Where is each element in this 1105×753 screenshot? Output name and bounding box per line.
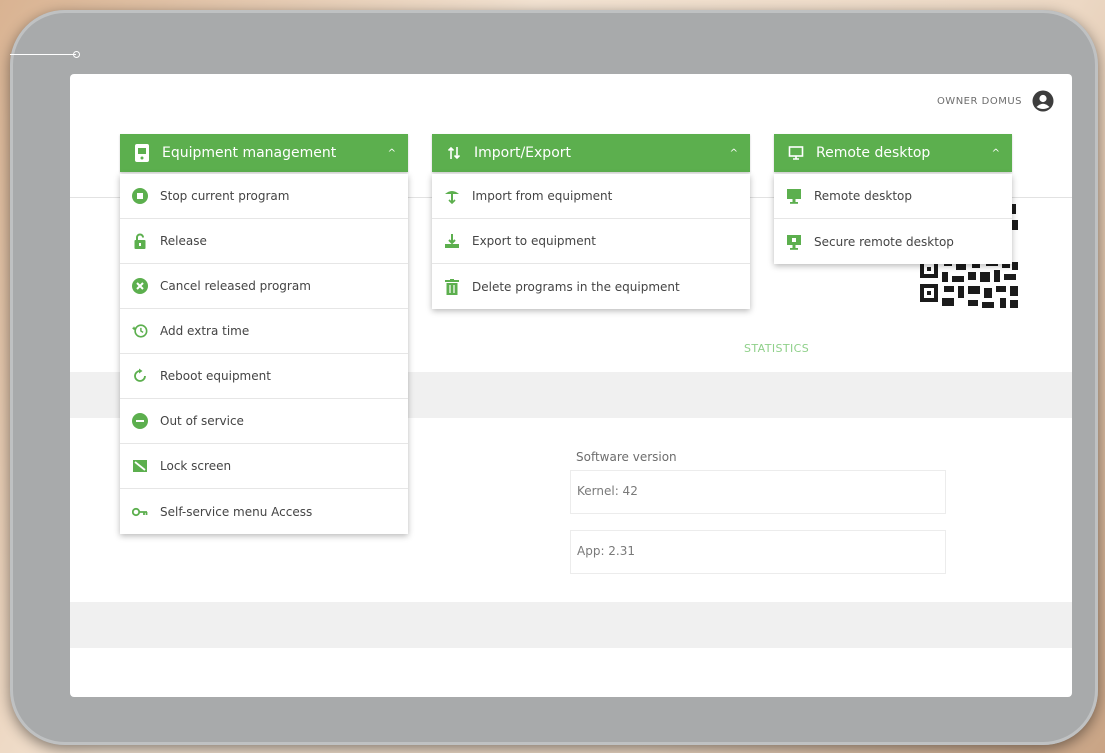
lock-screen-icon: [132, 458, 148, 474]
software-version-label: Software version: [576, 450, 677, 464]
menu-item-secure-remote-desktop[interactable]: Secure remote desktop: [774, 219, 1012, 264]
app-screen: OWNER DOMUS STATISTICS Software version …: [70, 74, 1072, 697]
import-export-button[interactable]: Import/Export ^: [432, 134, 750, 172]
menu-item-delete-programs[interactable]: Delete programs in the equipment: [432, 264, 750, 309]
owner-name: OWNER DOMUS: [936, 95, 1022, 107]
menu-item-stop-current-program[interactable]: Stop current program: [120, 174, 408, 219]
import-icon: [444, 188, 460, 204]
menu-item-lock-screen[interactable]: Lock screen: [120, 444, 408, 489]
import-export-menu: Import from equipment Export to equipmen…: [432, 174, 750, 309]
menu-item-label: Out of service: [160, 414, 244, 428]
menu-item-label: Import from equipment: [472, 189, 613, 203]
menu-item-out-of-service[interactable]: Out of service: [120, 399, 408, 444]
section-band: [70, 602, 1072, 648]
menu-item-reboot-equipment[interactable]: Reboot equipment: [120, 354, 408, 399]
menu-item-label: Remote desktop: [814, 189, 912, 203]
minus-circle-icon: [132, 413, 148, 429]
accent-dot: [73, 51, 80, 58]
remote-desktop-button[interactable]: Remote desktop ^: [774, 134, 1012, 172]
import-export-label: Import/Export: [474, 145, 572, 161]
equipment-management-menu: Stop current program Release Cancel rele…: [120, 174, 408, 534]
menu-item-label: Stop current program: [160, 189, 290, 203]
menu-item-label: Add extra time: [160, 324, 250, 338]
accent-line: [10, 54, 76, 55]
tab-statistics[interactable]: STATISTICS: [744, 342, 809, 355]
menu-item-add-extra-time[interactable]: Add extra time: [120, 309, 408, 354]
owner-account[interactable]: OWNER DOMUS: [937, 90, 1054, 112]
import-export-icon: [444, 143, 464, 163]
menu-item-label: Self-service menu Access: [160, 504, 313, 519]
export-icon: [444, 233, 460, 249]
chevron-up-icon: ^: [991, 147, 1000, 159]
stop-circle-icon: [132, 188, 148, 204]
remote-desktop-icon: [786, 188, 802, 204]
menu-item-export-to-equipment[interactable]: Export to equipment: [432, 219, 750, 264]
menu-item-cancel-released-program[interactable]: Cancel released program: [120, 264, 408, 309]
tablet-frame: OWNER DOMUS STATISTICS Software version …: [10, 10, 1098, 745]
menu-item-label: Release: [160, 234, 207, 248]
user-circle-icon[interactable]: [1032, 90, 1054, 112]
menu-item-label: Reboot equipment: [160, 369, 271, 383]
chevron-up-icon: ^: [387, 147, 396, 159]
menu-item-label: Secure remote desktop: [814, 234, 954, 249]
reboot-icon: [132, 368, 148, 384]
menu-item-self-service-menu-access[interactable]: Self-service menu Access: [120, 489, 408, 534]
menu-item-import-from-equipment[interactable]: Import from equipment: [432, 174, 750, 219]
key-icon: [132, 504, 148, 520]
cancel-circle-icon: [132, 278, 148, 294]
equipment-management-label: Equipment management: [162, 145, 337, 161]
equipment-management-button[interactable]: Equipment management ^: [120, 134, 408, 172]
trash-icon: [444, 278, 460, 295]
secure-remote-desktop-icon: [786, 234, 802, 250]
menu-item-remote-desktop[interactable]: Remote desktop: [774, 174, 1012, 219]
clock-plus-icon: [132, 323, 148, 339]
lock-open-icon: [132, 233, 148, 249]
tablet-icon: [132, 143, 152, 163]
menu-item-label: Delete programs in the equipment: [472, 279, 680, 294]
remote-desktop-menu: Remote desktop Secure remote desktop: [774, 174, 1012, 264]
menu-item-label: Lock screen: [160, 459, 232, 473]
menu-item-label: Export to equipment: [472, 234, 596, 248]
app-version-field: App: 2.31: [570, 530, 946, 574]
menu-item-label: Cancel released program: [160, 279, 311, 293]
remote-desktop-label: Remote desktop: [816, 145, 931, 161]
kernel-version-field: Kernel: 42: [570, 470, 946, 514]
monitor-icon: [786, 143, 806, 163]
chevron-up-icon: ^: [729, 147, 738, 159]
menu-item-release[interactable]: Release: [120, 219, 408, 264]
